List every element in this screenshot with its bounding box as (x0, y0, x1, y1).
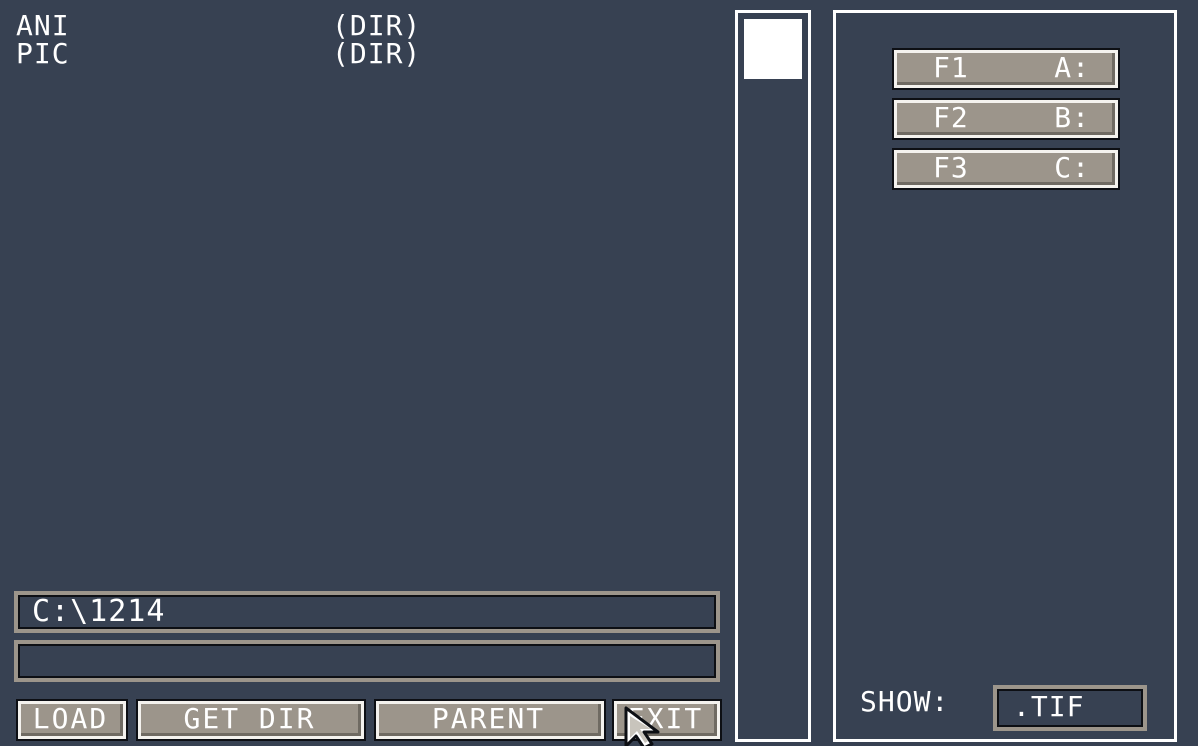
show-filter-label: SHOW: (860, 685, 950, 718)
filename-field[interactable] (18, 644, 716, 678)
drive-letter: A: (1054, 51, 1090, 84)
drive-button-a[interactable]: F1 A: (892, 48, 1120, 90)
file-name: PIC (16, 37, 70, 70)
load-button-label: LOAD (21, 704, 123, 736)
exit-button[interactable]: EXIT (612, 699, 722, 741)
parent-button-label: PARENT (379, 704, 601, 736)
scrollbar-thumb[interactable] (744, 19, 802, 79)
show-filter-field[interactable]: .TIF (997, 689, 1143, 727)
drive-panel: F1 A: F2 B: F3 C: SHOW: .TIF (833, 10, 1177, 742)
path-field[interactable]: C:\1214 (18, 595, 716, 629)
exit-button-label: EXIT (617, 704, 717, 736)
drive-button-b[interactable]: F2 B: (892, 98, 1120, 140)
drive-hotkey: F3 (933, 151, 969, 184)
drive-button-face: F3 C: (897, 153, 1115, 185)
file-requester-screen: ANI (DIR) PIC (DIR) C:\1214 LOAD GET DIR… (0, 0, 1198, 746)
file-name: ANI (16, 9, 70, 42)
drive-letter: B: (1054, 101, 1090, 134)
filename-field-frame (14, 640, 720, 682)
path-field-frame: C:\1214 (14, 591, 720, 633)
get-dir-button[interactable]: GET DIR (136, 699, 366, 741)
drive-hotkey: F2 (933, 101, 969, 134)
get-dir-button-label: GET DIR (141, 704, 361, 736)
drive-hotkey: F1 (933, 51, 969, 84)
file-list-item[interactable]: ANI (DIR) (14, 12, 714, 40)
load-button[interactable]: LOAD (16, 699, 128, 741)
drive-button-c[interactable]: F3 C: (892, 148, 1120, 190)
file-list-scrollbar[interactable] (735, 10, 811, 742)
drive-button-face: F2 B: (897, 103, 1115, 135)
drive-button-face: F1 A: (897, 53, 1115, 85)
drive-letter: C: (1054, 151, 1090, 184)
file-list-item[interactable]: PIC (DIR) (14, 40, 714, 68)
file-type: (DIR) (332, 9, 422, 42)
file-type: (DIR) (332, 37, 422, 70)
parent-button[interactable]: PARENT (374, 699, 606, 741)
show-filter-frame: .TIF (993, 685, 1147, 731)
file-list[interactable]: ANI (DIR) PIC (DIR) (14, 12, 714, 582)
